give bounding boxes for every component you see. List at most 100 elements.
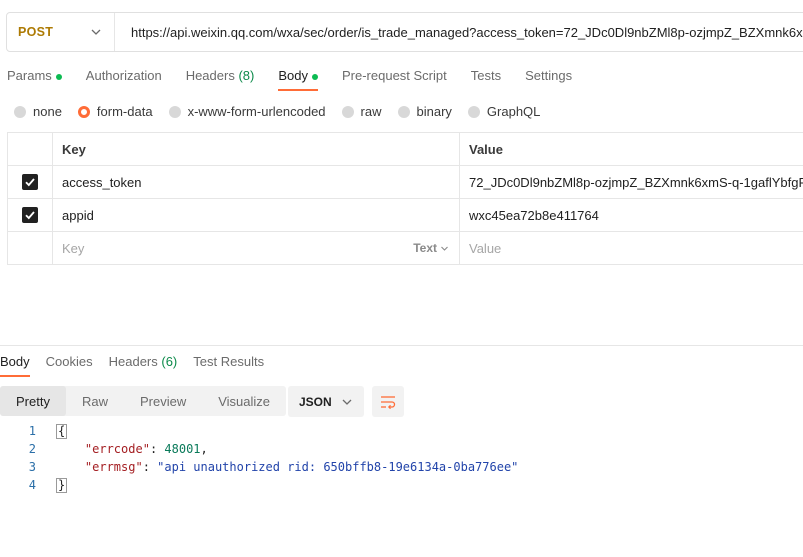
json-number: 48001 [164,442,201,456]
key-input[interactable]: Key Text [53,232,460,264]
tab-count: (6) [161,354,178,369]
radio-icon [341,105,354,118]
radio-label: none [33,104,62,119]
line-number: 4 [28,478,36,492]
body-type-form-data[interactable]: form-data [77,104,153,119]
open-brace[interactable]: { [56,423,68,439]
wrap-lines-button[interactable] [372,386,404,417]
tab-headers[interactable]: Headers (8) [186,68,255,91]
tab-label: Body [0,354,30,369]
view-tab-raw[interactable]: Raw [66,386,124,416]
tab-label: Headers [108,354,158,369]
tab-body[interactable]: Body [278,68,318,91]
value-cell[interactable]: wxc45ea72b8e411764 [460,199,803,231]
key-type-select[interactable]: Text [413,241,449,255]
response-tab-cookies[interactable]: Cookies [46,354,93,377]
body-type-urlencoded[interactable]: x-www-form-urlencoded [168,104,326,119]
tab-params[interactable]: Params [7,68,62,91]
row-checkbox[interactable] [22,174,38,190]
method-label: POST [18,25,54,39]
radio-icon [14,105,26,118]
method-select[interactable]: POST [7,13,115,51]
row-check-cell [8,199,53,231]
indicator-dot [311,73,318,80]
tab-label: Headers [185,68,235,83]
table-new-row: Key Text Value [8,232,803,265]
response-view-tabs: Pretty Raw Preview Visualize [0,386,287,416]
key-type-label: Text [413,241,437,255]
response-tabs: Body Cookies Headers (6) Test Results [0,354,280,377]
tab-count: (8) [238,68,255,83]
radio-label: form-data [96,104,153,119]
radio-label: raw [360,104,382,119]
body-type-binary[interactable]: binary [397,104,452,119]
chevron-down-icon [91,29,101,35]
code-line: 3 "errmsg": "api unauthorized rid: 650bf… [0,458,803,476]
checkmark-icon [25,211,35,220]
line-number: 2 [28,442,36,456]
value-cell[interactable]: 72_JDc0Dl9nbZMl8p-ozjmpZ_BZXmnk6xmS-q-1g… [460,166,803,198]
tab-label: Settings [525,68,573,83]
tab-label: Authorization [85,68,162,83]
tab-label: Test Results [193,354,265,369]
table-row: appid wxc45ea72b8e411764 [8,199,803,232]
value-input[interactable]: Value [460,232,803,264]
tab-label: Params [7,68,52,83]
close-brace[interactable]: } [56,477,68,493]
row-checkbox[interactable] [22,207,38,223]
radio-selected-icon [77,105,90,118]
line-number: 1 [28,424,36,438]
view-tab-visualize[interactable]: Visualize [202,386,286,416]
header-check-cell [8,133,53,165]
tab-label: Body [278,68,308,83]
response-code-view: 1 { 2 "errcode": 48001, 3 "errmsg": "api… [0,422,803,494]
chevron-down-icon [441,246,448,251]
table-row: access_token 72_JDc0Dl9nbZMl8p-ozjmpZ_BZ… [8,166,803,199]
line-number: 3 [28,460,36,474]
view-tab-preview[interactable]: Preview [124,386,202,416]
indicator-dot [55,73,62,80]
radio-label: GraphQL [486,104,541,119]
tab-pre-request-script[interactable]: Pre-request Script [342,68,447,91]
checkmark-icon [25,178,35,187]
code-line: 4 } [0,476,803,494]
radio-label: x-www-form-urlencoded [187,104,326,119]
tab-authorization[interactable]: Authorization [86,68,162,91]
row-check-cell [8,232,53,264]
radio-icon [168,105,181,118]
column-header-key: Key [53,133,460,165]
response-tab-body[interactable]: Body [0,354,30,377]
tab-tests[interactable]: Tests [471,68,501,91]
tab-label: Pre-request Script [341,68,447,83]
url-input[interactable]: https://api.weixin.qq.com/wxa/sec/order/… [115,25,803,40]
table-header-row: Key Value [8,133,803,166]
form-data-table: Key Value access_token 72_JDc0Dl9nbZMl8p… [7,132,803,265]
response-tab-headers[interactable]: Headers (6) [109,354,178,377]
json-key: "errcode" [84,442,150,456]
wrap-lines-icon [381,395,396,409]
code-line: 1 { [0,422,803,440]
body-type-none[interactable]: none [14,104,62,119]
json-key: "errmsg" [84,460,143,474]
view-tab-pretty[interactable]: Pretty [0,386,66,416]
row-check-cell [8,166,53,198]
key-cell[interactable]: appid [53,199,460,231]
value-placeholder: Value [469,240,502,256]
request-url-bar: POST https://api.weixin.qq.com/wxa/sec/o… [6,12,803,52]
response-tab-test-results[interactable]: Test Results [193,354,264,377]
tab-label: Cookies [45,354,93,369]
body-type-raw[interactable]: raw [341,104,382,119]
body-type-radio-group: none form-data x-www-form-urlencoded raw… [14,104,556,119]
tab-label: Tests [470,68,502,83]
code-line: 2 "errcode": 48001, [0,440,803,458]
key-cell[interactable]: access_token [53,166,460,198]
radio-icon [467,105,480,118]
response-divider [0,345,803,346]
json-string: "api unauthorized rid: 650bffb8-19e6134a… [157,460,519,474]
chevron-down-icon [342,399,352,405]
request-tabs: Params Authorization Headers (8) Body Pr… [7,68,596,91]
tab-settings[interactable]: Settings [525,68,572,91]
key-placeholder: Key [62,240,85,256]
body-type-graphql[interactable]: GraphQL [467,104,541,119]
format-select[interactable]: JSON [288,386,364,417]
